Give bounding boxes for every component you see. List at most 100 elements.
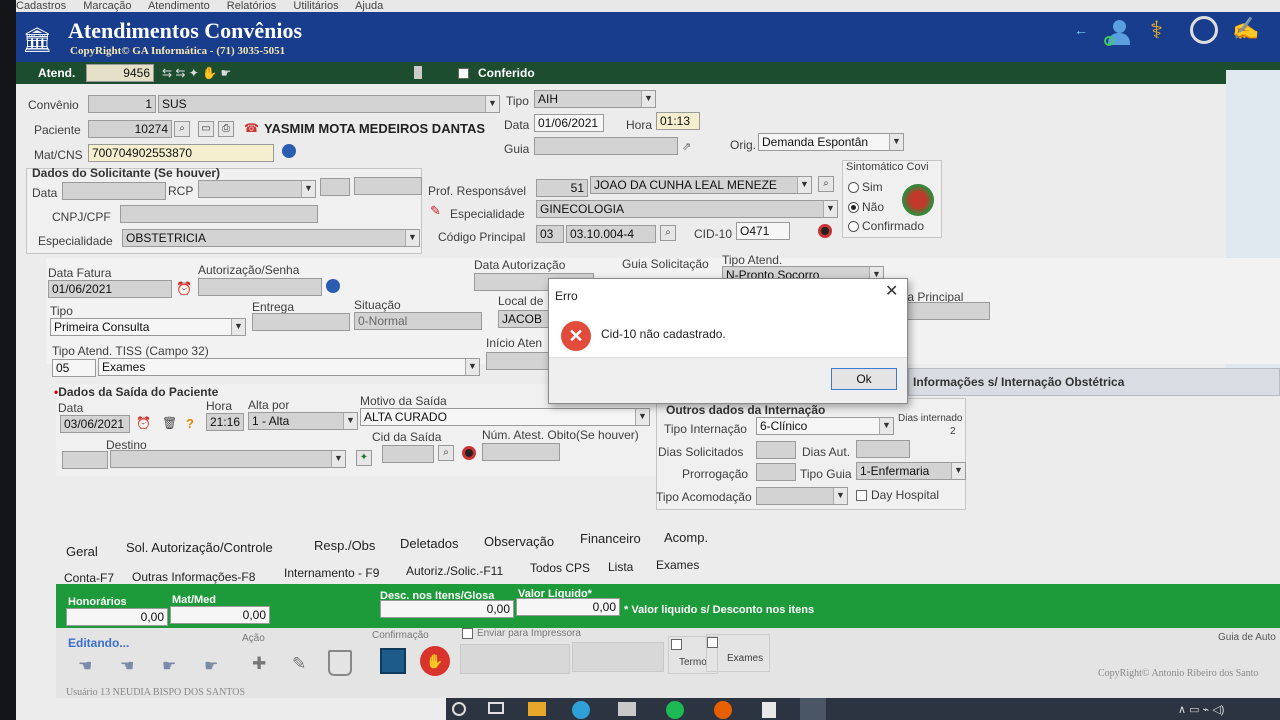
day-hospital-checkbox[interactable]: Day Hospital: [856, 488, 939, 502]
tab-geral[interactable]: Geral: [66, 544, 98, 559]
paciente-code[interactable]: 10274: [88, 120, 172, 138]
matmed-field[interactable]: 0,00: [170, 606, 270, 624]
menu-utilitarios[interactable]: Utilitários: [293, 0, 338, 12]
user-icon[interactable]: [1104, 18, 1134, 50]
link-icon[interactable]: ⇗: [682, 140, 691, 153]
tab-acomp[interactable]: Acomp.: [664, 530, 708, 545]
active-app-icon[interactable]: [800, 698, 826, 720]
menu-cadastros[interactable]: Cadastros: [16, 0, 66, 12]
cancel-button[interactable]: ✋: [420, 646, 450, 676]
sol-data-field[interactable]: [62, 182, 166, 200]
search-cid-icon[interactable]: ⌕: [438, 445, 454, 461]
data-field[interactable]: 01/06/2021: [534, 114, 604, 132]
inicio-field[interactable]: [486, 352, 550, 370]
back-arrow-icon[interactable]: ←: [1074, 22, 1088, 38]
prorrogacao-field[interactable]: [756, 463, 796, 481]
print-option-1[interactable]: [460, 644, 570, 674]
chevron-down-icon[interactable]: ▼: [343, 413, 357, 429]
tab-outras-info[interactable]: Outras Informações-F8: [132, 570, 255, 584]
tipo-internacao-select[interactable]: 6-Clínico ▼: [756, 417, 894, 435]
search-proc-icon[interactable]: ⌕: [660, 225, 676, 241]
alarm-clock-icon[interactable]: ⏰: [176, 281, 192, 297]
convenio-select[interactable]: SUS ▼: [158, 95, 500, 113]
chevron-down-icon[interactable]: ▼: [405, 230, 419, 246]
trash-icon[interactable]: 🗑: [162, 416, 177, 430]
menu-ajuda[interactable]: Ajuda: [355, 0, 383, 12]
globe-icon[interactable]: [282, 144, 296, 158]
store-icon[interactable]: [618, 702, 636, 716]
tab-financeiro[interactable]: Financeiro: [580, 531, 641, 546]
tiss-select[interactable]: Exames ▼: [98, 358, 480, 376]
nav-last-icon[interactable]: ☛: [204, 656, 218, 676]
print-option-2[interactable]: [572, 642, 664, 672]
cod-field[interactable]: 03.10.004-4: [566, 225, 656, 243]
trash-icon[interactable]: [328, 650, 352, 676]
tab-resp-obs[interactable]: Resp./Obs: [314, 538, 375, 553]
nav-icons[interactable]: ⇆ ⇆ ✦ ✋ ☛: [162, 66, 231, 80]
obito-field[interactable]: [482, 443, 560, 461]
chevron-down-icon[interactable]: ▼: [951, 463, 965, 479]
close-icon[interactable]: ✕: [885, 281, 898, 301]
chevron-down-icon[interactable]: ▼: [879, 418, 893, 434]
prof-select[interactable]: JOAO DA CUNHA LEAL MENEZE ▼: [590, 176, 812, 194]
chevron-down-icon[interactable]: ▼: [301, 181, 315, 197]
cid-saida-field[interactable]: [382, 445, 434, 463]
chevron-down-icon[interactable]: ▼: [833, 488, 847, 504]
task-view-icon[interactable]: [488, 702, 504, 714]
tab-todos-cps[interactable]: Todos CPS: [530, 561, 590, 575]
alarm-clock-icon[interactable]: ⏰: [136, 416, 151, 430]
tab-autoriz-solic[interactable]: Autoriz./Solic.-F11: [406, 564, 503, 578]
honorarios-field[interactable]: 0,00: [66, 608, 168, 626]
chevron-down-icon[interactable]: ▼: [635, 409, 649, 425]
matcns-field[interactable]: 700704902553870: [88, 144, 274, 162]
tab-conta[interactable]: Conta-F7: [64, 571, 114, 585]
orig-select[interactable]: Demanda Espontân ▼: [758, 133, 904, 151]
tab-deletados[interactable]: Deletados: [400, 536, 459, 551]
destino-select[interactable]: ▼: [110, 450, 346, 468]
chevron-down-icon[interactable]: ▼: [465, 359, 479, 375]
motivo-select[interactable]: ALTA CURADO ▼: [360, 408, 650, 426]
tab-obstetrica[interactable]: Informações s/ Internação Obstétrica: [908, 368, 1280, 396]
print-icon[interactable]: ⎙: [218, 121, 234, 137]
cod-prefix[interactable]: 03: [536, 225, 564, 243]
guia-principal-field[interactable]: [898, 302, 990, 320]
tipo-guia-select[interactable]: 1-Enfermaria ▼: [856, 462, 966, 480]
acomodacao-select[interactable]: ▼: [756, 487, 848, 505]
rcp-select[interactable]: ▼: [198, 180, 316, 198]
chevron-down-icon[interactable]: ▼: [889, 134, 903, 150]
liquido-field[interactable]: 0,00: [516, 598, 620, 616]
enviar-checkbox[interactable]: Enviar para Impressora: [462, 628, 581, 639]
radio-confirmado[interactable]: Confirmado: [848, 219, 924, 233]
rcp-number[interactable]: [354, 177, 422, 195]
search-icon[interactable]: [452, 702, 466, 716]
autorizacao-field[interactable]: [198, 278, 322, 296]
fat-tipo-select[interactable]: Primeira Consulta ▼: [50, 318, 246, 336]
chevron-down-icon[interactable]: ▼: [797, 177, 811, 193]
destino-code[interactable]: [62, 451, 108, 469]
record-icon[interactable]: [818, 224, 832, 238]
nav-next-icon[interactable]: ☛: [162, 656, 176, 676]
ok-button[interactable]: Ok: [831, 368, 897, 390]
cnpj-field[interactable]: [120, 205, 318, 223]
chevron-down-icon[interactable]: ▼: [823, 201, 837, 217]
chevron-down-icon[interactable]: ▼: [641, 91, 655, 107]
menu-relatorios[interactable]: Relatórios: [227, 0, 277, 12]
entrega-field[interactable]: [252, 313, 350, 331]
dias-aut-field[interactable]: [856, 440, 910, 458]
saida-hora-field[interactable]: 21:16: [206, 413, 244, 431]
conferido-checkbox[interactable]: [458, 66, 473, 80]
atend-field[interactable]: 9456: [86, 64, 154, 82]
sol-esp-select[interactable]: OBSTETRICIA ▼: [122, 229, 420, 247]
prof-code[interactable]: 51: [536, 179, 588, 197]
chevron-down-icon[interactable]: ▼: [331, 451, 345, 467]
clock-icon[interactable]: [1190, 16, 1218, 44]
cid-field[interactable]: O471: [736, 222, 790, 240]
menu-marcacao[interactable]: Marcação: [83, 0, 131, 12]
medical-icon[interactable]: ⚕: [1150, 16, 1163, 45]
phone-call-icon[interactable]: ☎: [244, 121, 259, 135]
desc-field[interactable]: 0,00: [380, 600, 514, 618]
tab-internamento[interactable]: Internamento - F9: [284, 566, 379, 580]
record-icon[interactable]: [462, 446, 476, 460]
prof-esp-select[interactable]: GINECOLOGIA ▼: [536, 200, 838, 218]
save-button[interactable]: [380, 648, 406, 674]
